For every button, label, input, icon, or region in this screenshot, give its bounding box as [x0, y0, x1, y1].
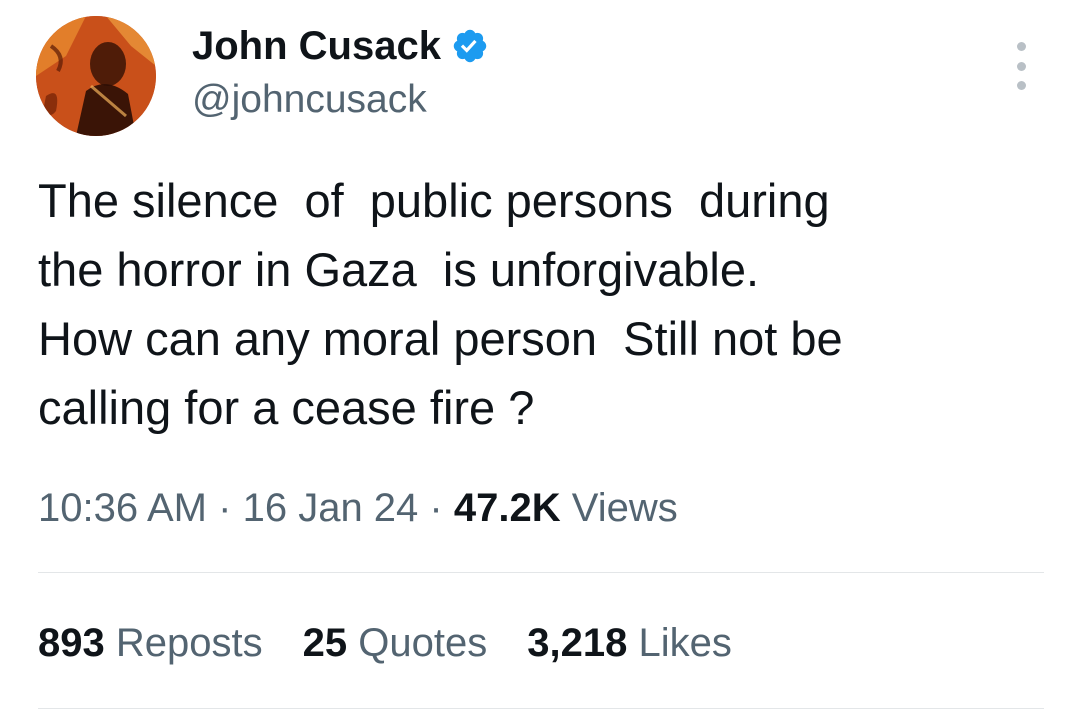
views-count: 47.2K — [453, 486, 561, 530]
tweet-text-line: The silence of public persons during — [38, 174, 830, 227]
more-dot-bottom — [1016, 81, 1026, 90]
reposts-stat[interactable]: 893 Reposts — [38, 618, 263, 668]
quotes-label: Quotes — [358, 621, 488, 665]
author-name-row[interactable]: John Cusack — [192, 22, 489, 70]
quotes-count: 25 — [302, 621, 348, 665]
meta-separator: · — [429, 486, 443, 530]
verified-badge-icon[interactable] — [451, 27, 489, 65]
likes-label: Likes — [638, 621, 732, 665]
divider — [38, 572, 1044, 573]
tweet-text-line: How can any moral person Still not be — [38, 312, 843, 365]
divider — [38, 708, 1044, 709]
views-label: Views — [571, 486, 678, 530]
tweet-text: The silence of public persons during the… — [38, 166, 1048, 442]
likes-count: 3,218 — [527, 621, 628, 665]
tweet-text-line: the horror in Gaza is unforgivable. — [38, 243, 760, 296]
more-dot-top — [1016, 42, 1026, 51]
more-dot-middle — [1016, 61, 1026, 71]
quotes-stat[interactable]: 25 Quotes — [303, 618, 488, 668]
tweet-meta: 10:36 AM · 16 Jan 24 · 47.2K Views — [38, 484, 678, 532]
avatar[interactable] — [36, 16, 156, 136]
tweet-date[interactable]: 16 Jan 24 — [243, 486, 419, 530]
meta-separator: · — [218, 486, 232, 530]
reposts-count: 893 — [38, 621, 105, 665]
author-display-name[interactable]: John Cusack — [192, 22, 441, 70]
tweet-text-line: calling for a cease fire ? — [38, 381, 535, 434]
author-handle[interactable]: @johncusack — [192, 76, 427, 124]
avatar-image — [36, 16, 156, 136]
tweet-time[interactable]: 10:36 AM — [38, 486, 207, 530]
more-options-icon[interactable] — [1005, 42, 1037, 90]
reposts-label: Reposts — [115, 621, 263, 665]
engagement-stats: 893 Reposts 25 Quotes 3,218 Likes — [38, 618, 732, 668]
likes-stat[interactable]: 3,218 Likes — [527, 618, 732, 668]
